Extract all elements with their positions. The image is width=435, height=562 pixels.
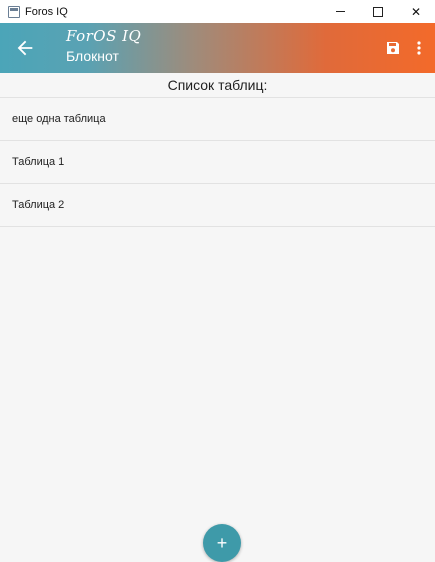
- list-item-label: Таблица 2: [12, 199, 65, 211]
- window-titlebar: Foros IQ ✕: [0, 0, 435, 23]
- table-list: еще одна таблица Таблица 1 Таблица 2: [0, 98, 435, 227]
- more-options-button[interactable]: [416, 40, 422, 56]
- close-button[interactable]: ✕: [397, 0, 435, 23]
- list-item[interactable]: Таблица 2: [0, 184, 435, 227]
- list-item[interactable]: Таблица 1: [0, 141, 435, 184]
- window-controls: ✕: [321, 0, 435, 23]
- add-table-button[interactable]: +: [203, 524, 241, 562]
- save-button[interactable]: [386, 41, 400, 55]
- minimize-icon: [335, 11, 345, 12]
- list-item[interactable]: еще одна таблица: [0, 98, 435, 141]
- app-icon: [8, 5, 20, 18]
- app-logo: ForOS IQ: [66, 27, 142, 45]
- save-icon: [387, 42, 399, 54]
- back-button[interactable]: [14, 37, 36, 59]
- plus-icon: +: [216, 532, 228, 553]
- list-item-label: Таблица 1: [12, 156, 65, 168]
- minimize-button[interactable]: [321, 0, 359, 23]
- app-header: ForOS IQ Блокнот: [0, 23, 435, 73]
- arrow-back-icon: [17, 40, 33, 56]
- maximize-button[interactable]: [359, 0, 397, 23]
- list-item-label: еще одна таблица: [12, 113, 106, 125]
- list-heading: Список таблиц:: [0, 73, 435, 98]
- more-vert-icon: [417, 41, 421, 55]
- window-title: Foros IQ: [25, 5, 68, 18]
- maximize-icon: [373, 6, 383, 17]
- page-title: Блокнот: [66, 48, 119, 64]
